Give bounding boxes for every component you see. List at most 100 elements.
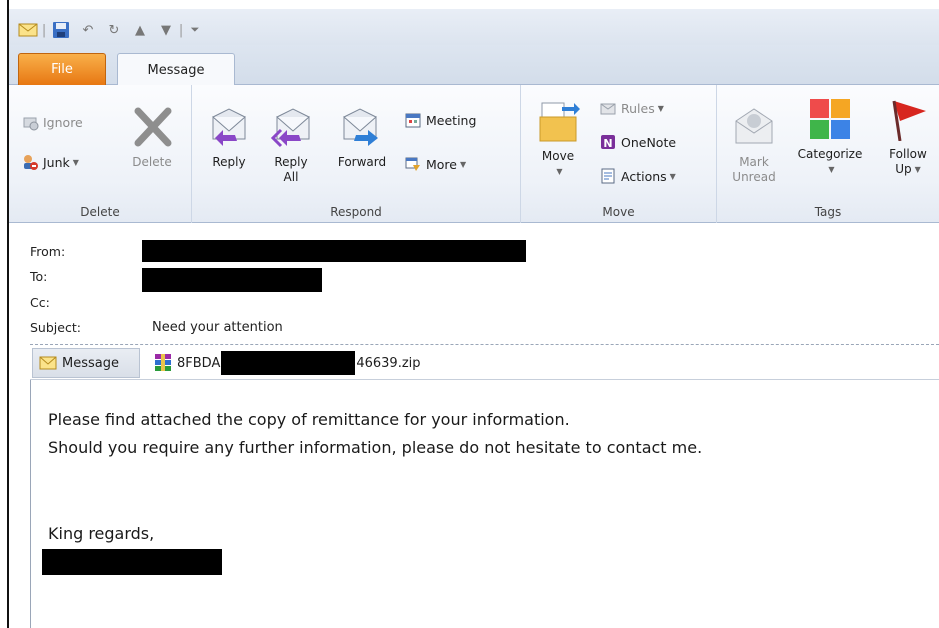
- down-arrow-icon[interactable]: ▼: [155, 21, 177, 39]
- tab-file[interactable]: File: [18, 53, 106, 85]
- reply-all-button[interactable]: Reply All: [264, 105, 318, 185]
- move-label: Move: [541, 149, 575, 163]
- ignore-label: Ignore: [43, 114, 83, 130]
- delete-group: Ignore Junk ▼ Delete Delete: [9, 85, 192, 223]
- attachment-name-prefix: 8FBDA: [177, 355, 221, 371]
- more-label: More: [426, 156, 457, 172]
- delete-label: Delete: [132, 155, 172, 169]
- tags-group: Mark Unread Categorize ▼ Follow Up ▼ Tags: [717, 85, 939, 223]
- tab-message[interactable]: Message: [117, 53, 235, 86]
- attachment-name-suffix: 46639.zip: [356, 355, 421, 371]
- redacted-to: [142, 268, 322, 292]
- chevron-down-icon: ▼: [460, 159, 467, 169]
- actions-icon: [601, 168, 615, 184]
- quick-access-toolbar: | ↶ ↻ ▲ ▼ | ⏷: [9, 9, 939, 45]
- flag-icon: [892, 100, 926, 141]
- mark-unread-button[interactable]: Mark Unread: [727, 105, 781, 185]
- move-folder-icon: [539, 102, 580, 142]
- forward-label: Forward: [337, 155, 387, 169]
- junk-icon: [24, 155, 38, 170]
- window-top-edge: [0, 0, 939, 9]
- follow-up-button[interactable]: Follow Up ▼: [877, 97, 939, 177]
- undo-icon[interactable]: ↶: [77, 21, 99, 39]
- ignore-button[interactable]: Ignore: [21, 113, 83, 131]
- message-attachment-label: Message: [62, 355, 119, 371]
- redacted-filename: [221, 351, 356, 375]
- delete-button[interactable]: Delete: [121, 105, 183, 170]
- move-button[interactable]: Move ▼: [533, 99, 583, 179]
- actions-label: Actions: [621, 168, 667, 184]
- categorize-button[interactable]: Categorize ▼: [789, 97, 871, 177]
- zip-attachment[interactable]: 8FBDA 46639.zip: [152, 348, 421, 378]
- reply-icon: [212, 108, 246, 146]
- chevron-down-icon: ▼: [914, 165, 921, 174]
- ribbon: Ignore Junk ▼ Delete Delete Reply Reply: [9, 85, 939, 223]
- to-label: To:: [30, 269, 48, 284]
- winrar-archive-icon: [155, 354, 171, 371]
- calendar-icon: [405, 113, 421, 128]
- chevron-down-icon: ▼: [657, 103, 664, 113]
- envelope-icon: [39, 356, 57, 370]
- reply-all-label-2: All: [283, 170, 299, 184]
- subject-value: Need your attention: [152, 320, 283, 335]
- reply-all-icon: [270, 108, 310, 148]
- save-icon[interactable]: [50, 21, 72, 39]
- actions-button[interactable]: Actions ▼: [599, 167, 676, 185]
- rules-button[interactable]: Rules ▼: [599, 99, 664, 117]
- junk-button[interactable]: Junk ▼: [21, 153, 79, 171]
- onenote-icon: N: [601, 135, 615, 150]
- follow-up-label-2-wrap: Up ▼: [895, 162, 921, 177]
- tags-group-label: Tags: [814, 205, 842, 219]
- message-body[interactable]: Please find attached the copy of remitta…: [30, 380, 939, 628]
- window-left-edge: [0, 0, 9, 628]
- ribbon-tab-row: File Message: [9, 45, 939, 86]
- redacted-signature: [42, 549, 222, 575]
- chevron-down-icon: ▼: [72, 157, 79, 167]
- mark-unread-label-1: Mark: [739, 155, 769, 169]
- respond-group-label: Respond: [330, 205, 382, 219]
- ignore-icon: [23, 117, 39, 131]
- body-closing: King regards,: [48, 524, 155, 543]
- reply-all-label-1: Reply: [274, 155, 308, 169]
- reply-label: Reply: [212, 155, 246, 169]
- onenote-button[interactable]: N OneNote: [599, 133, 676, 151]
- categorize-icon: [810, 99, 850, 139]
- customize-icon[interactable]: ⏷: [187, 21, 203, 39]
- forward-icon: [343, 108, 378, 146]
- message-header: From: To: Cc: Subject: Need your attenti…: [30, 236, 939, 346]
- junk-label: Junk: [43, 154, 70, 170]
- outlook-message-window: | ↶ ↻ ▲ ▼ | ⏷ File Message Ignore Junk ▼: [0, 0, 939, 628]
- forward-button[interactable]: Forward: [330, 105, 394, 170]
- meeting-button[interactable]: Meeting: [404, 111, 476, 129]
- redo-icon[interactable]: ↻: [103, 21, 125, 39]
- reply-button[interactable]: Reply: [202, 105, 256, 170]
- delete-x-icon: [134, 107, 172, 147]
- chevron-down-icon: ▼: [828, 165, 835, 174]
- move-group-label: Move: [602, 205, 635, 219]
- subject-label: Subject:: [30, 320, 81, 335]
- categorize-label: Categorize: [797, 147, 863, 161]
- meeting-label: Meeting: [426, 112, 477, 128]
- body-line-2: Should you require any further informati…: [48, 438, 703, 457]
- envelope-icon[interactable]: [17, 21, 39, 39]
- body-line-1: Please find attached the copy of remitta…: [48, 410, 570, 429]
- mark-unread-label-2: Unread: [732, 170, 776, 184]
- delete-group-label: Delete: [80, 205, 120, 219]
- attachment-bar: Message 8FBDA 46639.zip: [30, 344, 939, 380]
- qat-separator: |: [178, 22, 184, 38]
- more-button[interactable]: More ▼: [404, 155, 466, 173]
- svg-text:N: N: [603, 137, 612, 150]
- onenote-label: OneNote: [621, 134, 677, 150]
- move-group: Move ▼ Rules ▼ N OneNote Actions ▼ Move: [521, 85, 717, 223]
- cc-label: Cc:: [30, 295, 50, 310]
- up-arrow-icon[interactable]: ▲: [129, 21, 151, 39]
- redacted-from: [142, 240, 526, 262]
- mark-unread-icon: [735, 108, 773, 144]
- follow-up-label-2: Up: [895, 162, 912, 176]
- message-attachment-tab[interactable]: Message: [32, 348, 140, 378]
- from-label: From:: [30, 244, 66, 259]
- follow-up-label-1: Follow: [889, 147, 927, 161]
- chevron-down-icon: ▼: [556, 167, 563, 176]
- respond-group: Reply Reply All Forward Meeting More ▼ R…: [192, 85, 521, 223]
- more-icon: [405, 157, 420, 171]
